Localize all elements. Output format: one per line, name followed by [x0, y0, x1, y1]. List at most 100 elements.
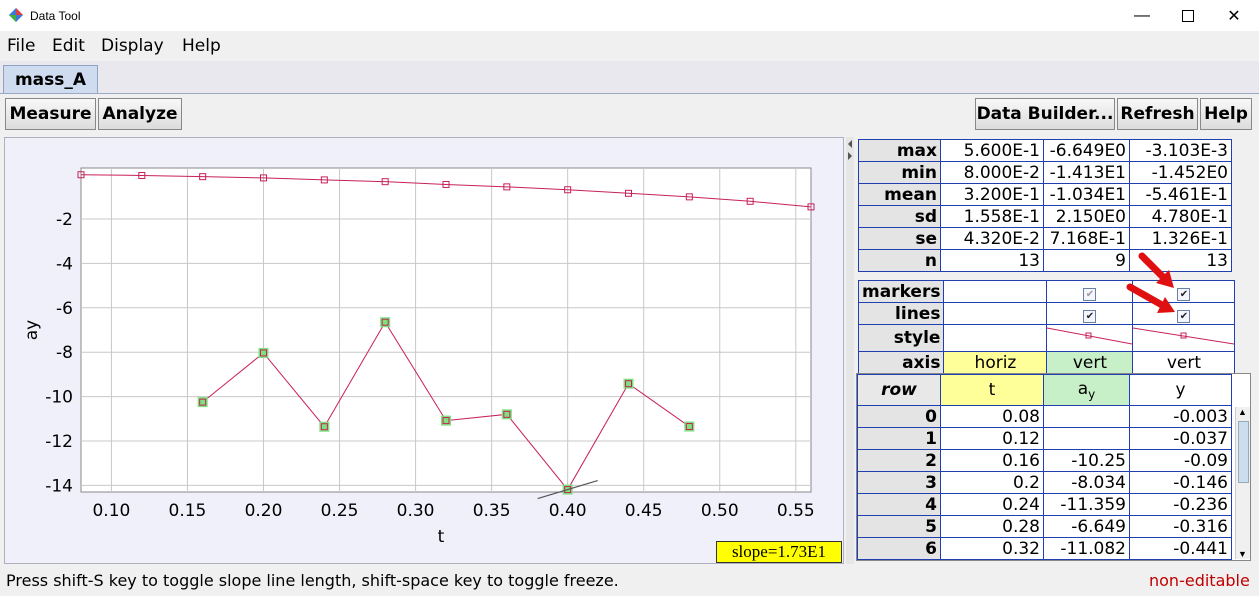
menu-help[interactable]: Help [182, 36, 221, 56]
axis-y-cell[interactable]: vert [1132, 351, 1236, 374]
collapse-arrows-icon[interactable] [846, 139, 854, 169]
help-button[interactable]: Help [1200, 98, 1252, 130]
header-y[interactable]: y [1129, 374, 1232, 406]
scroll-up-icon[interactable]: ▲ [1238, 407, 1247, 417]
table-cell-y[interactable]: -0.316 [1129, 515, 1232, 538]
minimize-button[interactable]: — [1119, 0, 1165, 31]
x-tick-label: 0.25 [321, 501, 359, 521]
table-cell-t[interactable]: 0.32 [940, 537, 1044, 560]
tab-mass-a[interactable]: mass_A [3, 65, 98, 93]
table-cell-ay[interactable]: -6.649 [1043, 515, 1130, 538]
stats-max-t: 5.600E-1 [940, 139, 1044, 162]
table-cell-row[interactable]: 0 [857, 405, 941, 428]
table-cell-t[interactable]: 0.12 [940, 427, 1044, 450]
table-cell-t[interactable]: 0.2 [940, 471, 1044, 494]
header-row[interactable]: row [857, 374, 941, 406]
slope-readout: slope=1.73E1 [716, 541, 842, 563]
table-row[interactable]: 2 0.16 -10.25 -0.09 [857, 449, 1232, 472]
table-cell-t[interactable]: 0.16 [940, 449, 1044, 472]
data-table-scrollbar[interactable]: ▲ ▼ [1235, 407, 1250, 559]
stats-mean-label: mean [858, 183, 941, 206]
measure-button[interactable]: Measure [5, 98, 96, 130]
close-icon: ✕ [1227, 7, 1241, 25]
lines-ay-checkbox[interactable]: ✔ [1083, 309, 1097, 323]
table-cell-ay[interactable]: -11.359 [1043, 493, 1130, 516]
tab-strip [0, 61, 1259, 94]
status-message: Press shift-S key to toggle slope line l… [6, 571, 619, 590]
table-cell-ay[interactable]: -10.25 [1043, 449, 1130, 472]
header-t[interactable]: t [940, 374, 1044, 406]
table-cell-y[interactable]: -0.236 [1129, 493, 1232, 516]
stats-row-min: min 8.000E-2 -1.413E1 -1.452E0 [858, 161, 1232, 184]
table-cell-row[interactable]: 1 [857, 427, 941, 450]
menu-file[interactable]: File [7, 36, 35, 56]
table-cell-row[interactable]: 5 [857, 515, 941, 538]
stats-mean-y: -5.461E-1 [1129, 183, 1232, 206]
plot-area[interactable]: 0.10 0.15 0.20 0.25 0.30 0.35 0.40 0.45 0.50 0.55… [5, 138, 843, 563]
annotation-arrows [1126, 252, 1175, 313]
table-cell-ay[interactable] [1043, 427, 1130, 450]
header-ay-base: a [1077, 378, 1089, 399]
table-cell-row[interactable]: 3 [857, 471, 941, 494]
y-tick-label: -14 [45, 476, 73, 496]
minimize-icon: — [1134, 6, 1150, 24]
table-row[interactable]: 5 0.28 -6.649 -0.316 [857, 515, 1232, 538]
split-pane-divider[interactable] [846, 137, 854, 564]
editable-status: non-editable [1149, 571, 1250, 590]
table-cell-row[interactable]: 6 [857, 537, 941, 560]
table-cell-y[interactable]: -0.09 [1129, 449, 1232, 472]
stats-sd-ay: 2.150E0 [1043, 205, 1130, 228]
data-table[interactable]: row t ay y 0 0.08 -0.003 1 0.12 -0.037 2 0.16 -1… [856, 373, 1251, 561]
table-cell-y[interactable]: -0.003 [1129, 405, 1232, 428]
x-tick-label: 0.55 [777, 501, 815, 521]
table-cell-ay[interactable]: -8.034 [1043, 471, 1130, 494]
header-ay[interactable]: ay [1043, 374, 1130, 406]
table-cell-y[interactable]: -0.146 [1129, 471, 1232, 494]
refresh-button[interactable]: Refresh [1117, 98, 1198, 130]
markers-t-cell [943, 280, 1048, 303]
x-tick-label: 0.45 [625, 501, 663, 521]
table-row[interactable]: 1 0.12 -0.037 [857, 427, 1232, 450]
markers-ay-checkbox[interactable]: ✔ [1083, 287, 1097, 301]
header-ay-subscript: y [1088, 387, 1096, 402]
scroll-down-icon[interactable]: ▼ [1238, 549, 1247, 559]
data-builder-button[interactable]: Data Builder... [975, 98, 1115, 130]
table-row[interactable]: 4 0.24 -11.359 -0.236 [857, 493, 1232, 516]
plot-panel[interactable]: 0.10 0.15 0.20 0.25 0.30 0.35 0.40 0.45 0.50 0.55… [4, 137, 844, 564]
table-cell-row[interactable]: 2 [857, 449, 941, 472]
table-cell-t[interactable]: 0.08 [940, 405, 1044, 428]
x-tick-label: 0.20 [245, 501, 283, 521]
scrollbar-thumb[interactable] [1238, 421, 1249, 483]
table-row[interactable]: 3 0.2 -8.034 -0.146 [857, 471, 1232, 494]
menu-display[interactable]: Display [101, 36, 164, 56]
y-tick-label: -6 [56, 299, 73, 319]
stats-sd-label: sd [858, 205, 941, 228]
stats-max-label: max [858, 139, 941, 162]
table-row[interactable]: 0 0.08 -0.003 [857, 405, 1232, 428]
maximize-button[interactable] [1165, 0, 1211, 31]
stats-min-ay: -1.413E1 [1043, 161, 1130, 184]
style-t-cell [943, 324, 1048, 352]
close-button[interactable]: ✕ [1211, 0, 1257, 31]
style-y-cell[interactable] [1132, 324, 1236, 352]
style-y-swatch[interactable] [1133, 325, 1235, 346]
style-ay-swatch[interactable] [1047, 325, 1133, 346]
style-row: style [857, 324, 1236, 352]
window-title: Data Tool [30, 9, 81, 23]
axis-t-cell[interactable]: horiz [943, 351, 1048, 374]
axis-ay-cell[interactable]: vert [1046, 351, 1134, 374]
analyze-button[interactable]: Analyze [98, 98, 182, 130]
menu-edit[interactable]: Edit [52, 36, 85, 56]
table-cell-ay[interactable]: -11.082 [1043, 537, 1130, 560]
style-ay-cell[interactable] [1046, 324, 1134, 352]
x-tick-label: 0.50 [701, 501, 739, 521]
table-row[interactable]: 6 0.32 -11.082 -0.441 [857, 537, 1232, 560]
table-cell-ay[interactable] [1043, 405, 1130, 428]
table-cell-row[interactable]: 4 [857, 493, 941, 516]
table-cell-t[interactable]: 0.24 [940, 493, 1044, 516]
y-axis-label: ay [22, 320, 42, 340]
table-cell-y[interactable]: -0.441 [1129, 537, 1232, 560]
table-cell-y[interactable]: -0.037 [1129, 427, 1232, 450]
table-cell-t[interactable]: 0.28 [940, 515, 1044, 538]
stats-se-ay: 7.168E-1 [1043, 227, 1130, 250]
